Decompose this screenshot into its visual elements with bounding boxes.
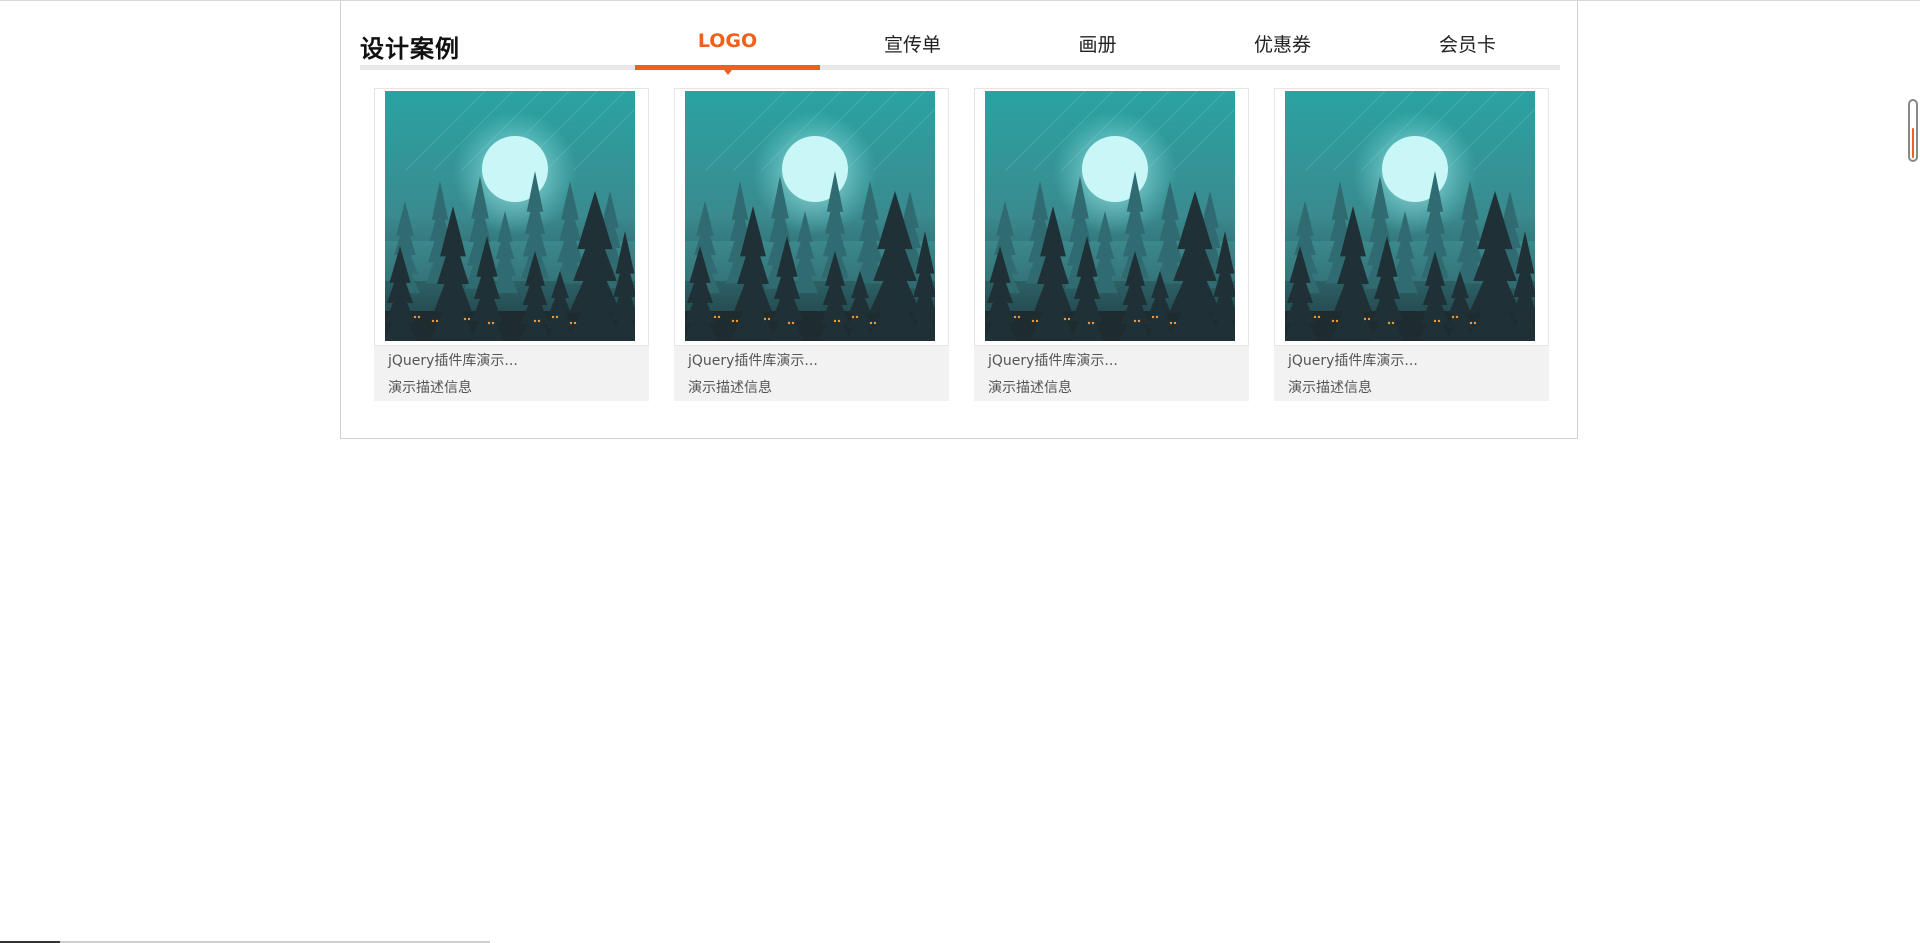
card-title[interactable]: jQuery插件库演示... [988,350,1118,370]
card-title[interactable]: jQuery插件库演示... [1288,350,1418,370]
moonlit-forest-thumbnail[interactable] [1285,91,1535,341]
design-cases-panel: 设计案例 LOGO 宣传单 画册 优惠券 会员卡 jQuery插件库演示... … [340,1,1578,439]
case-card[interactable]: jQuery插件库演示... 演示描述信息 [974,88,1249,401]
section-title: 设计案例 [360,35,460,63]
tab-logo[interactable]: LOGO [635,1,820,75]
tab-brochure[interactable]: 画册 [1005,1,1190,70]
tab-flyer[interactable]: 宣传单 [820,1,1005,70]
case-card[interactable]: jQuery插件库演示... 演示描述信息 [674,88,949,401]
tab-label: 优惠券 [1253,34,1311,56]
case-card[interactable]: jQuery插件库演示... 演示描述信息 [1274,88,1549,401]
card-description: 演示描述信息 [988,380,1072,396]
card-description: 演示描述信息 [1288,380,1372,396]
tab-label: 宣传单 [883,34,941,56]
moonlit-forest-thumbnail[interactable] [685,91,935,341]
tab-label: 画册 [1078,34,1117,56]
moonlit-forest-thumbnail[interactable] [385,91,635,341]
scroll-progress-fill [1912,128,1914,158]
card-title[interactable]: jQuery插件库演示... [688,350,818,370]
panel-header: 设计案例 LOGO 宣传单 画册 优惠券 会员卡 [360,1,1560,75]
moonlit-forest-thumbnail[interactable] [985,91,1235,341]
scroll-progress-indicator[interactable] [1908,99,1918,162]
tab-coupon[interactable]: 优惠券 [1190,1,1375,70]
tab-member-card[interactable]: 会员卡 [1375,1,1560,70]
card-description: 演示描述信息 [388,380,472,396]
case-card[interactable]: jQuery插件库演示... 演示描述信息 [374,88,649,401]
case-card-grid: jQuery插件库演示... 演示描述信息 jQuery插件库演示... 演示描… [374,88,1554,402]
category-tabs: LOGO 宣传单 画册 优惠券 会员卡 [635,1,1560,75]
tab-label: 会员卡 [1438,34,1496,56]
card-description: 演示描述信息 [688,380,772,396]
tab-label: LOGO [697,30,758,52]
card-title[interactable]: jQuery插件库演示... [388,350,518,370]
